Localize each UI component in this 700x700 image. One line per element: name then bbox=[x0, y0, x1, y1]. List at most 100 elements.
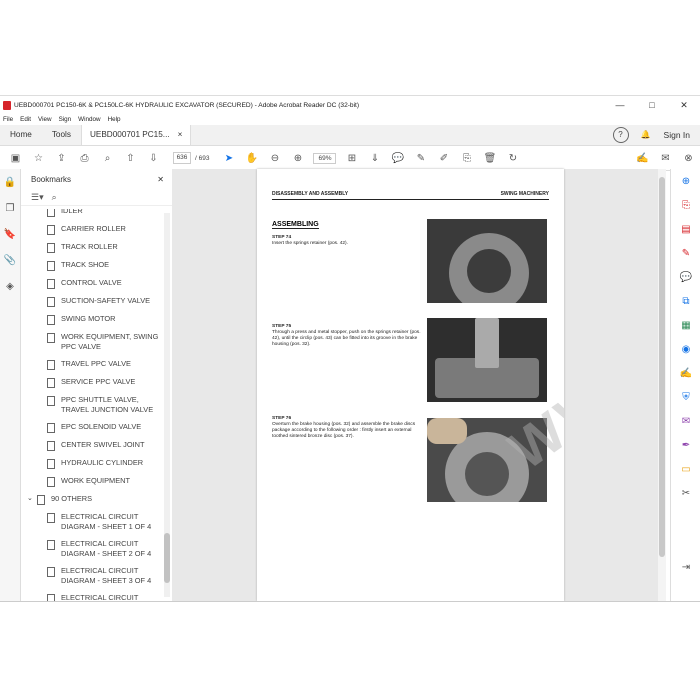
menu-view[interactable]: View bbox=[38, 116, 52, 123]
page-down-icon[interactable]: ⇩ bbox=[148, 153, 159, 164]
help-icon[interactable]: ? bbox=[612, 127, 629, 143]
tab-tools[interactable]: Tools bbox=[42, 125, 81, 145]
bookmark-section[interactable]: ⌄ 90 OTHERS bbox=[21, 494, 162, 505]
fill-sign-icon[interactable]: ✍ bbox=[671, 361, 700, 385]
bookmark-item[interactable]: PPC SHUTTLE VALVE, TRAVEL JUNCTION VALVE bbox=[21, 395, 162, 415]
bookmark-item[interactable]: TRAVEL PPC VALVE bbox=[21, 359, 162, 370]
scan-icon[interactable]: ▭ bbox=[671, 457, 700, 481]
attachment-icon[interactable]: 📎 bbox=[0, 247, 20, 273]
search-icon[interactable]: ⌕ bbox=[102, 153, 113, 164]
stamp-icon[interactable]: ⎘ bbox=[461, 153, 472, 164]
protect-icon[interactable]: ⛨ bbox=[671, 385, 700, 409]
mail-icon[interactable]: ✉ bbox=[660, 153, 671, 164]
bookmark-item[interactable]: SWING MOTOR bbox=[21, 314, 162, 325]
bookmark-item[interactable]: SUCTION-SAFETY VALVE bbox=[21, 296, 162, 307]
bookmark-item[interactable]: WORK EQUIPMENT, SWING PPC VALVE bbox=[21, 332, 162, 352]
tab-document[interactable]: UEBD000701 PC15... × bbox=[80, 125, 192, 145]
minimize-button[interactable]: — bbox=[604, 100, 636, 111]
bookmark-item[interactable]: TRACK ROLLER bbox=[21, 242, 162, 253]
bookmark-star-icon[interactable]: ☆ bbox=[33, 153, 44, 164]
bookmark-flag-icon bbox=[47, 333, 55, 343]
expand-caret-icon[interactable]: ⌄ bbox=[27, 494, 37, 504]
scroll-mode-icon[interactable]: ⇓ bbox=[369, 153, 380, 164]
hand-tool-icon[interactable]: ✋ bbox=[246, 153, 258, 164]
delete-icon[interactable]: 🗑 bbox=[484, 153, 497, 164]
bookmark-label: IDLER bbox=[61, 209, 83, 215]
document-view[interactable]: DISASSEMBLY AND ASSEMBLY SWING MACHINERY… bbox=[172, 169, 658, 601]
zoom-select[interactable]: 69% bbox=[313, 152, 337, 164]
save-icon[interactable]: ▣ bbox=[10, 153, 21, 164]
bookmark-item[interactable]: ELECTRICAL CIRCUIT DIAGRAM - SHEET 2 OF … bbox=[21, 539, 162, 559]
edit-pdf-icon[interactable]: ✎ bbox=[671, 241, 700, 265]
collapse-panel-icon[interactable]: ⇥ bbox=[671, 555, 700, 579]
more-tools-icon[interactable]: ✂ bbox=[671, 481, 700, 505]
tab-close-icon[interactable]: × bbox=[178, 125, 183, 145]
page-header-left: DISASSEMBLY AND ASSEMBLY bbox=[272, 191, 349, 197]
photo-step-75 bbox=[427, 318, 547, 402]
page-navigator: 636 / 693 bbox=[173, 152, 209, 164]
bookmark-search-icon[interactable]: ⌕ bbox=[52, 192, 57, 203]
close-window-button[interactable]: ✕ bbox=[668, 100, 700, 111]
bookmark-options-icon[interactable]: ☰▾ bbox=[31, 192, 44, 203]
bookmark-item[interactable]: CENTER SWIVEL JOINT bbox=[21, 440, 162, 451]
zoom-in-icon[interactable]: ⊕ bbox=[292, 153, 303, 164]
current-page-input[interactable]: 636 bbox=[173, 152, 191, 164]
bookmark-flag-icon bbox=[47, 540, 55, 550]
close-panel-icon[interactable]: ✕ bbox=[157, 175, 164, 184]
share-icon[interactable]: ⊗ bbox=[683, 153, 694, 164]
bookmark-item[interactable]: CONTROL VALVE bbox=[21, 278, 162, 289]
draw-icon[interactable]: ✐ bbox=[438, 153, 449, 164]
sign-pen-icon[interactable]: ✍ bbox=[636, 153, 648, 164]
menu-edit[interactable]: Edit bbox=[20, 116, 31, 123]
export-pdf-icon[interactable]: ⎘ bbox=[671, 193, 700, 217]
bookmark-label: CENTER SWIVEL JOINT bbox=[61, 440, 145, 449]
create-pdf-icon[interactable]: ▤ bbox=[671, 217, 700, 241]
bookmark-item[interactable]: IDLER bbox=[21, 209, 162, 217]
tab-home[interactable]: Home bbox=[0, 125, 42, 145]
sign-in-button[interactable]: Sign In bbox=[664, 130, 690, 140]
crop-icon[interactable]: ⊞ bbox=[346, 153, 357, 164]
menu-file[interactable]: File bbox=[3, 116, 13, 123]
bookmark-item[interactable]: ELECTRICAL CIRCUIT DIAGRAM - SHEET 4 OF … bbox=[21, 593, 162, 601]
menu-sign[interactable]: Sign bbox=[59, 116, 72, 123]
stamp-tool-icon[interactable]: ✒ bbox=[671, 433, 700, 457]
print-icon[interactable]: ⎙ bbox=[79, 153, 90, 164]
layers-icon[interactable]: ◈ bbox=[0, 273, 20, 299]
comment-tool-icon[interactable]: 💬 bbox=[671, 265, 700, 289]
bookmark-flag-icon bbox=[47, 567, 55, 577]
bookmark-panel-icon[interactable]: 🔖 bbox=[0, 221, 20, 247]
comment-icon[interactable]: 💬 bbox=[392, 153, 404, 164]
bookmark-item[interactable]: WORK EQUIPMENT bbox=[21, 476, 162, 487]
zoom-out-icon[interactable]: ⊖ bbox=[269, 153, 280, 164]
lock-icon[interactable]: 🔒 bbox=[0, 169, 20, 195]
bookmark-scrollbar[interactable] bbox=[164, 213, 170, 597]
rotate-icon[interactable]: ↻ bbox=[507, 153, 518, 164]
bookmark-item[interactable]: TRACK SHOE bbox=[21, 260, 162, 271]
document-scroll-thumb[interactable] bbox=[659, 177, 665, 557]
compress-icon[interactable]: ◉ bbox=[671, 337, 700, 361]
maximize-button[interactable]: □ bbox=[636, 100, 668, 111]
send-for-signature-icon[interactable]: ✉ bbox=[671, 409, 700, 433]
main-toolbar: ▣ ☆ ⇪ ⎙ ⌕ ⇧ ⇩ 636 / 693 ➤ ✋ ⊖ ⊕ 69% ⊞ ⇓ … bbox=[0, 146, 700, 171]
document-scrollbar[interactable] bbox=[658, 169, 666, 601]
bookmark-flag-icon bbox=[37, 495, 45, 505]
bookmark-item[interactable]: SERVICE PPC VALVE bbox=[21, 377, 162, 388]
bookmark-item[interactable]: ELECTRICAL CIRCUIT DIAGRAM - SHEET 1 OF … bbox=[21, 512, 162, 532]
bookmark-scroll-thumb[interactable] bbox=[164, 533, 170, 583]
upload-cloud-icon[interactable]: ⇪ bbox=[56, 153, 67, 164]
zoom-tool-icon[interactable]: ⊕ bbox=[671, 169, 700, 193]
bookmark-item[interactable]: HYDRAULIC CYLINDER bbox=[21, 458, 162, 469]
bookmark-item[interactable]: ELECTRICAL CIRCUIT DIAGRAM - SHEET 3 OF … bbox=[21, 566, 162, 586]
pages-icon[interactable]: ❐ bbox=[0, 195, 20, 221]
right-tools-rail: ⊕ ⎘ ▤ ✎ 💬 ⧉ ▦ ◉ ✍ ⛨ ✉ ✒ ▭ ✂ ⇥ bbox=[670, 169, 700, 601]
organize-pages-icon[interactable]: ▦ bbox=[671, 313, 700, 337]
highlight-icon[interactable]: ✎ bbox=[415, 153, 426, 164]
select-cursor-icon[interactable]: ➤ bbox=[223, 153, 234, 164]
bookmark-item[interactable]: CARRIER ROLLER bbox=[21, 224, 162, 235]
menu-window[interactable]: Window bbox=[78, 116, 100, 123]
menu-help[interactable]: Help bbox=[108, 116, 121, 123]
notification-bell-icon[interactable]: 🔔 bbox=[639, 128, 653, 142]
combine-files-icon[interactable]: ⧉ bbox=[671, 289, 700, 313]
page-up-icon[interactable]: ⇧ bbox=[125, 153, 136, 164]
bookmark-item[interactable]: EPC SOLENOID VALVE bbox=[21, 422, 162, 433]
